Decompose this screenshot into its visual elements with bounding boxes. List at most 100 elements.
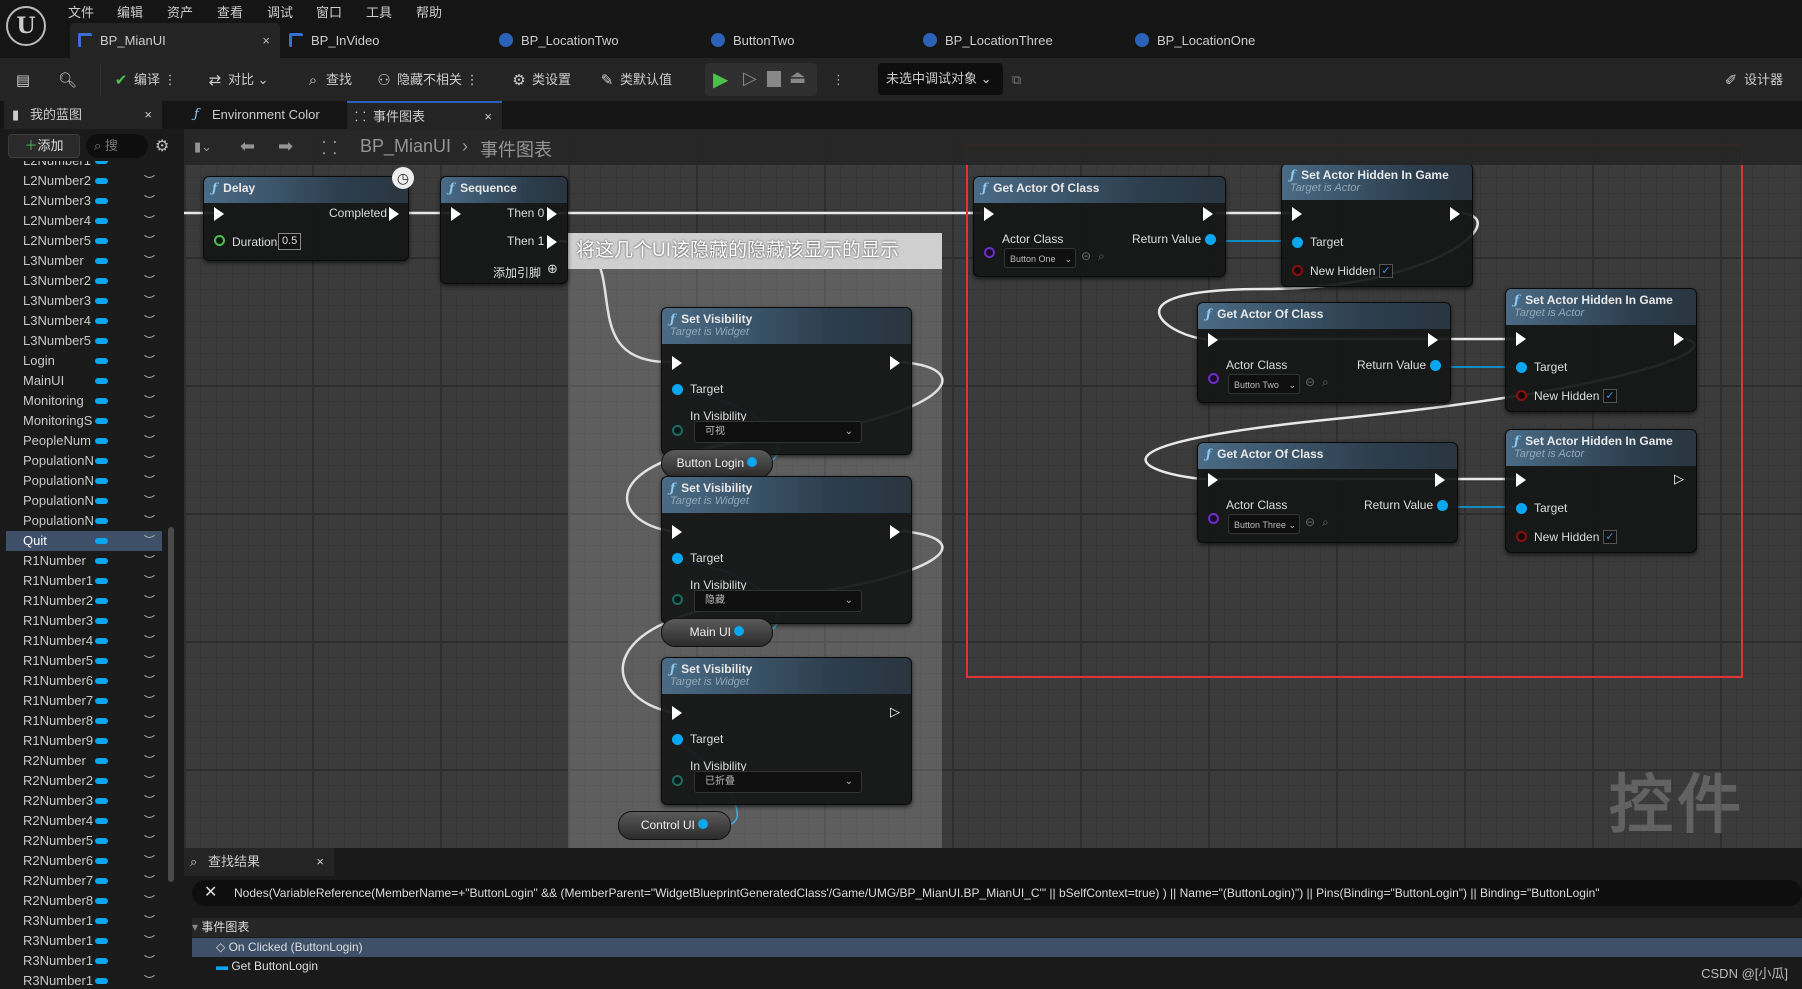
close-icon[interactable]: × [484,103,492,131]
visibility-eye-icon[interactable]: ︶ [144,871,155,891]
tab-bp-mianui[interactable]: BP_MianUI × [70,23,280,58]
visibility-eye-icon[interactable]: ︶ [144,691,155,711]
variable-item[interactable]: Monitoring ︶ [6,391,162,411]
variable-item[interactable]: R1Number9 ︶ [6,731,162,751]
visibility-eye-icon[interactable]: ︶ [144,751,155,771]
data-pin-icon[interactable] [734,626,745,636]
exec-pin-icon[interactable] [389,207,399,221]
variable-item[interactable]: L2Number4 ︶ [6,211,162,231]
back-arrow-icon[interactable]: ⬅ [240,136,255,157]
visibility-eye-icon[interactable]: ︶ [144,161,155,171]
compile-button[interactable]: ✔ 编译 ⋮ [112,68,177,92]
visibility-eye-icon[interactable]: ︶ [144,331,155,351]
exec-pin-icon[interactable] [890,356,900,370]
visibility-eye-icon[interactable]: ︶ [144,211,155,231]
variable-item[interactable]: PopulationN ︶ [6,491,162,511]
variable-item[interactable]: R2Number8 ︶ [6,891,162,911]
variable-item[interactable]: L3Number2 ︶ [6,271,162,291]
event-graph-canvas[interactable]: 将这几个UI该隐藏的隐藏该显示的显示 ƒ Delay ◷ Completed Durat… [184,129,1802,848]
visibility-eye-icon[interactable]: ︶ [144,711,155,731]
variable-item[interactable]: L3Number4 ︶ [6,311,162,331]
menu-asset[interactable]: 资产 [167,2,193,21]
delay-node[interactable]: ƒ Delay ◷ Completed Duration 0.5 [203,167,414,261]
visibility-dropdown[interactable]: 已折叠 ⌄ [694,771,862,793]
set-visibility-node[interactable]: ƒ Set Visibility Target is Widget ▷ Target In… [661,657,912,805]
variable-item[interactable]: R2Number3 ︶ [6,791,162,811]
stop-icon[interactable] [767,71,781,87]
visibility-eye-icon[interactable]: ︶ [144,631,155,651]
visibility-eye-icon[interactable]: ︶ [144,651,155,671]
scrollbar[interactable] [168,527,174,882]
visibility-eye-icon[interactable]: ︶ [144,251,155,271]
visibility-eye-icon[interactable]: ︶ [144,391,155,411]
search-input[interactable]: ⌕ 搜 [86,134,148,158]
exec-pin-icon[interactable]: ▷ [890,704,900,720]
close-icon[interactable]: × [316,848,324,876]
visibility-eye-icon[interactable]: ︶ [144,951,155,971]
variable-item[interactable]: R2Number2 ︶ [6,771,162,791]
save-button[interactable]: ▤ [14,68,36,92]
visibility-eye-icon[interactable]: ︶ [144,511,155,531]
unreal-logo-icon[interactable]: U [6,6,46,46]
exec-pin-icon[interactable] [890,525,900,539]
set-visibility-node[interactable]: ƒ Set Visibility Target is Widget Target In … [661,307,912,455]
variable-item[interactable]: L2Number1 ︶ [6,161,162,171]
duration-input[interactable]: 0.5 [278,233,302,250]
exec-pin-icon[interactable] [672,356,682,370]
variable-item[interactable]: R1Number6 ︶ [6,671,162,691]
variable-item[interactable]: R3Number1 ︶ [6,911,162,931]
tab-buttontwo[interactable]: ButtonTwo [703,23,903,58]
data-pin-icon[interactable] [698,819,709,829]
data-pin-icon[interactable] [747,457,758,467]
designer-button[interactable]: ✐ 设计器 [1722,68,1783,92]
visibility-eye-icon[interactable]: ︶ [144,291,155,311]
breadcrumb-current[interactable]: 事件图表 [480,136,552,162]
visibility-eye-icon[interactable]: ︶ [144,231,155,251]
menu-debug[interactable]: 调试 [267,2,293,21]
visibility-eye-icon[interactable]: ︶ [144,731,155,751]
exec-pin-icon[interactable] [547,235,557,249]
menu-file[interactable]: 文件 [68,2,94,21]
visibility-eye-icon[interactable]: ︶ [144,411,155,431]
tab-bp-locationone[interactable]: BP_LocationOne [1127,23,1327,58]
tab-bp-locationthree[interactable]: BP_LocationThree [915,23,1115,58]
data-pin-icon[interactable] [672,594,683,605]
find-query-input[interactable]: ✕ Nodes(VariableReference(MemberName=+"Bu… [192,880,1802,906]
visibility-eye-icon[interactable]: ︶ [144,351,155,371]
visibility-eye-icon[interactable]: ︶ [144,591,155,611]
variable-item[interactable]: Login ︶ [6,351,162,371]
result-item[interactable]: ◇ On Clicked (ButtonLogin) [192,938,1802,957]
visibility-eye-icon[interactable]: ︶ [144,311,155,331]
more-options-icon[interactable]: ⋮ [832,68,845,92]
sequence-node[interactable]: ƒ Sequence Then 0 Then 1 添加引脚 ⊕ [440,176,568,284]
visibility-eye-icon[interactable]: ︶ [144,831,155,851]
tab-bp-invideo[interactable]: BP_InVideo [281,23,481,58]
exec-pin-icon[interactable] [451,207,461,221]
data-pin-icon[interactable] [672,734,683,745]
set-visibility-node[interactable]: ƒ Set Visibility Target is Widget Target In … [661,476,912,624]
play-icon[interactable]: ▶ [713,67,728,92]
debug-target-dropdown[interactable]: 未选中调试对象 ⌄ [878,63,1003,95]
clear-icon[interactable]: ✕ [204,880,217,906]
data-pin-icon[interactable] [672,384,683,395]
class-defaults-button[interactable]: ✎ 类默认值 [598,68,672,92]
result-group[interactable]: ▾ 事件图表 [192,918,1802,937]
menu-window[interactable]: 窗口 [316,2,342,21]
hide-unrelated-button[interactable]: ⚇ 隐藏不相关 ⋮ [375,68,478,92]
visibility-eye-icon[interactable]: ︶ [144,271,155,291]
close-icon[interactable]: × [144,101,152,129]
tab-environment-color[interactable]: ƒ Environment Color [186,101,346,129]
variable-item[interactable]: PeopleNum ︶ [6,431,162,451]
exec-pin-icon[interactable] [214,207,224,221]
variable-get-node[interactable]: Main UI [661,618,773,647]
variable-item[interactable]: R2Number ︶ [6,751,162,771]
visibility-eye-icon[interactable]: ︶ [144,771,155,791]
breadcrumb-root[interactable]: BP_MianUI [360,136,451,157]
visibility-dropdown[interactable]: 隐藏 ⌄ [694,590,862,612]
variable-item[interactable]: Quit ︶ [6,531,162,551]
tab-bp-locationtwo[interactable]: BP_LocationTwo [491,23,691,58]
browse-button[interactable]: 🔍︎ [58,68,80,92]
visibility-dropdown[interactable]: 可视 ⌄ [694,421,862,443]
visibility-eye-icon[interactable]: ︶ [144,971,155,989]
result-item[interactable]: ▬ Get ButtonLogin [192,957,1802,976]
